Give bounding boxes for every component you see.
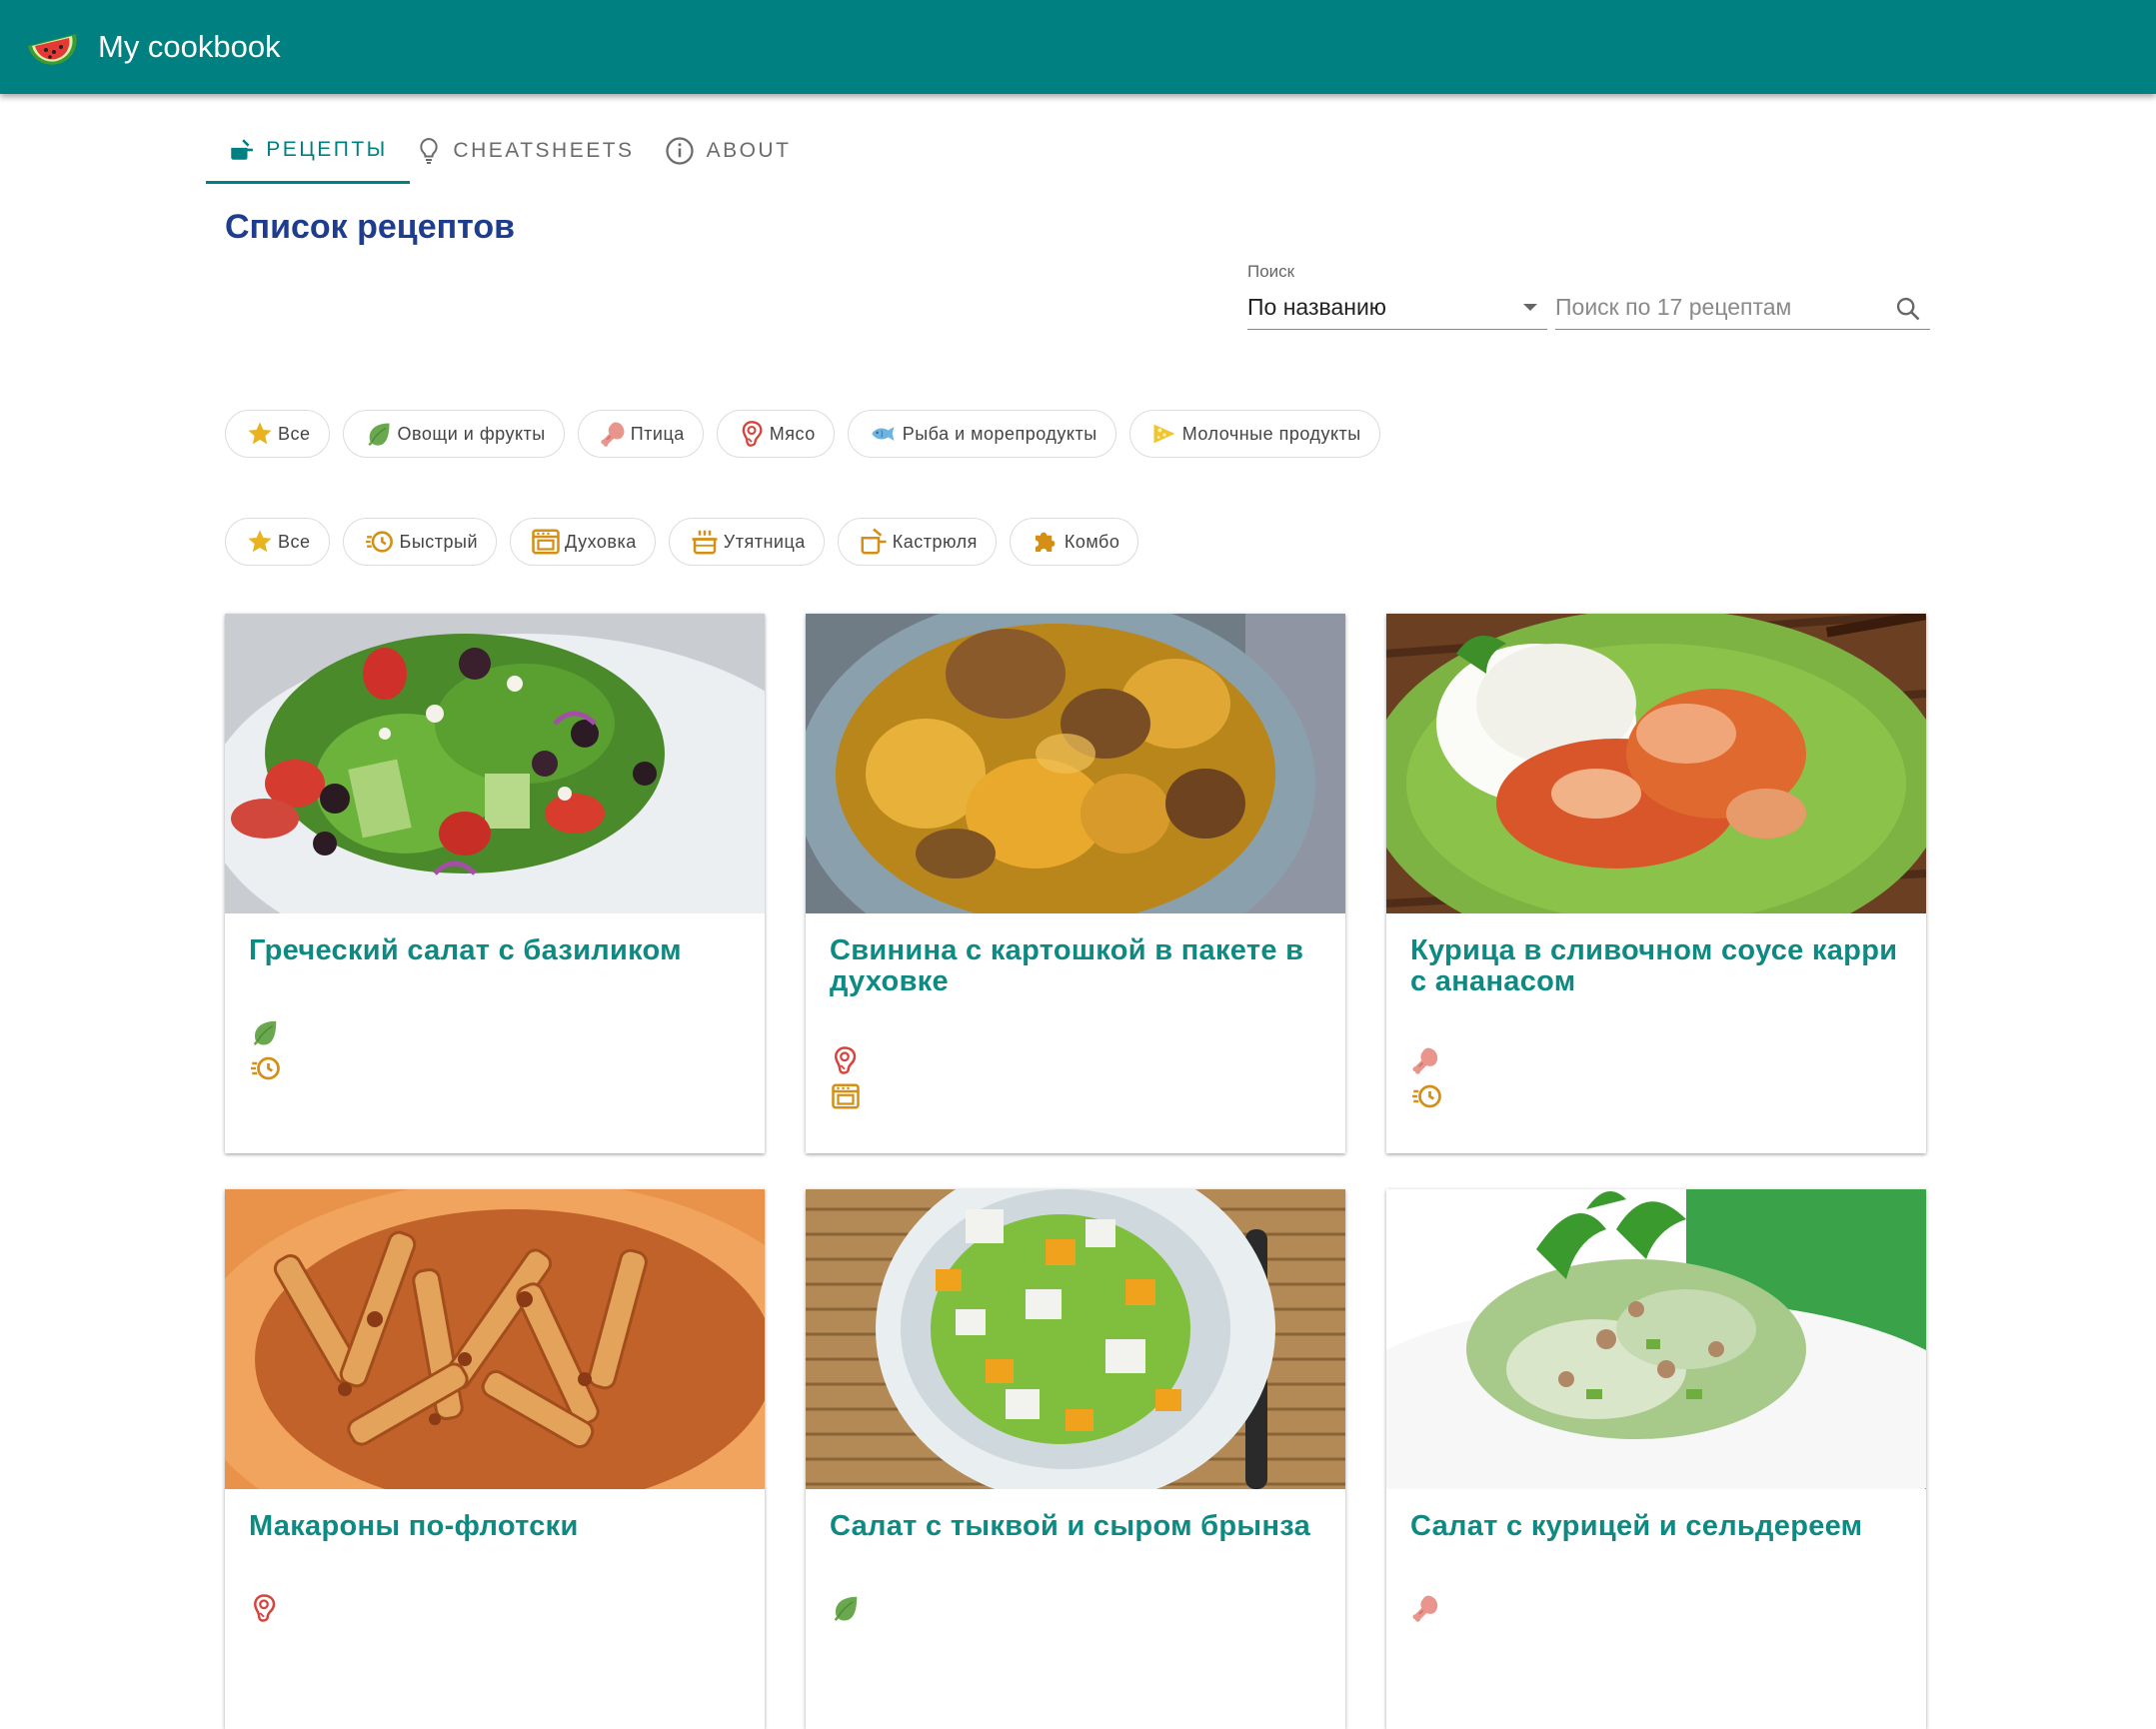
fast-clock-icon	[364, 528, 396, 556]
star-icon	[246, 420, 274, 448]
tab-cheatsheets[interactable]: Cheatsheets	[410, 118, 642, 184]
recipe-tags	[249, 1017, 283, 1089]
chip-label: Рыба и морепродукты	[902, 423, 1097, 444]
chip-label: Птица	[630, 423, 685, 444]
drumstick-icon	[1410, 1045, 1440, 1075]
tab-recipes-label: Рецепты	[266, 137, 388, 161]
tab-about[interactable]: About	[642, 118, 814, 184]
chip-dairy[interactable]: Молочные продукты	[1128, 410, 1380, 458]
tab-recipes[interactable]: Рецепты	[206, 118, 410, 184]
recipe-card[interactable]: Салат с тыквой и сыром брынза	[806, 1189, 1345, 1729]
puzzle-icon	[1031, 527, 1061, 557]
recipe-tags	[830, 1045, 862, 1117]
recipe-tags	[830, 1593, 862, 1629]
recipe-tags	[1410, 1045, 1444, 1117]
chip-all-ingredients[interactable]: Все	[225, 410, 330, 458]
drumstick-icon	[1410, 1593, 1440, 1623]
chip-roaster[interactable]: Утятница	[668, 518, 825, 566]
recipe-card[interactable]: Свинина с картошкой в пакете в духовке	[806, 614, 1345, 1153]
recipe-card[interactable]: Курица в сливочном соусе карри с ананасо…	[1386, 614, 1926, 1153]
app-bar: My cookbook	[0, 0, 2156, 94]
search-mode-select[interactable]: По названию	[1247, 286, 1547, 330]
leaf-icon	[364, 420, 394, 448]
chip-label: Мясо	[769, 423, 816, 444]
search-mode-value: По названию	[1247, 294, 1387, 320]
oven-icon	[531, 527, 561, 557]
oven-icon	[830, 1081, 862, 1111]
search-field	[1555, 286, 1930, 330]
pork-potatoes-photo	[806, 614, 1345, 913]
chip-label: Все	[278, 423, 311, 444]
chip-poultry[interactable]: Птица	[577, 410, 704, 458]
recipe-card[interactable]: Греческий салат с базиликом	[225, 614, 765, 1153]
watermelon-icon[interactable]	[24, 22, 80, 72]
chip-label: Духовка	[565, 531, 637, 552]
chip-saucepan[interactable]: Кастрюля	[837, 518, 997, 566]
leaf-icon	[830, 1593, 862, 1623]
tab-cheatsheets-label: Cheatsheets	[453, 139, 635, 162]
recipe-title[interactable]: Свинина с картошкой в пакете в духовке	[830, 935, 1319, 997]
chip-label: Быстрый	[399, 531, 479, 552]
chip-combo[interactable]: Комбо	[1009, 518, 1139, 566]
saucepan-icon	[859, 527, 889, 557]
chip-vegetables-fruits[interactable]: Овощи и фрукты	[342, 410, 565, 458]
chip-label: Кастрюля	[892, 531, 978, 552]
pot-icon	[231, 138, 254, 160]
roaster-icon	[690, 527, 720, 557]
search-input[interactable]	[1555, 294, 1875, 321]
tab-about-label: About	[706, 139, 792, 162]
fish-icon	[869, 420, 899, 448]
search-label: Поиск	[1247, 262, 1295, 281]
meat-icon	[738, 420, 766, 448]
chip-fish-seafood[interactable]: Рыба и морепродукты	[847, 410, 1116, 458]
chip-meat[interactable]: Мясо	[716, 410, 835, 458]
chicken-celery-salad-photo	[1386, 1189, 1926, 1489]
search-icon[interactable]	[1894, 295, 1922, 323]
page-title: Список рецептов	[225, 208, 516, 246]
drumstick-icon	[599, 420, 627, 448]
pasta-photo	[225, 1189, 765, 1489]
leaf-icon	[249, 1017, 281, 1047]
chip-all-methods[interactable]: Все	[225, 518, 330, 566]
meat-icon	[830, 1045, 860, 1075]
app-title[interactable]: My cookbook	[98, 29, 281, 65]
star-icon	[246, 528, 274, 556]
chip-label: Утятница	[723, 531, 806, 552]
recipe-title[interactable]: Салат с курицей и сельдереем	[1410, 1511, 1900, 1542]
recipe-title[interactable]: Макароны по-флотски	[249, 1511, 739, 1542]
recipe-title[interactable]: Салат с тыквой и сыром брынза	[830, 1511, 1319, 1542]
main-tabs: Рецепты Cheatsheets About	[206, 118, 814, 184]
recipe-title[interactable]: Курица в сливочном соусе карри с ананасо…	[1410, 935, 1900, 997]
meat-icon	[249, 1593, 279, 1623]
ingredient-filter-chips: Все Овощи и фрукты Птица Мясо Рыба и мор…	[225, 410, 1393, 458]
cheese-icon	[1150, 420, 1178, 448]
recipe-tags	[1410, 1593, 1440, 1629]
info-icon	[665, 137, 694, 165]
chip-label: Комбо	[1064, 531, 1120, 552]
greek-salad-photo	[225, 614, 765, 913]
recipe-tags	[249, 1593, 279, 1629]
lightbulb-icon	[420, 137, 439, 164]
chip-oven[interactable]: Духовка	[510, 518, 656, 566]
chevron-down-icon	[1523, 304, 1537, 311]
recipe-title[interactable]: Греческий салат с базиликом	[249, 935, 739, 966]
chip-label: Овощи и фрукты	[397, 423, 546, 444]
chip-label: Все	[278, 531, 311, 552]
fast-clock-icon	[249, 1053, 283, 1083]
method-filter-chips: Все Быстрый Духовка Утятница Кастрюля Ко…	[225, 518, 1151, 566]
chicken-curry-rice-photo	[1386, 614, 1926, 913]
recipe-card[interactable]: Макароны по-флотски	[225, 1189, 765, 1729]
recipe-card[interactable]: Салат с курицей и сельдереем	[1386, 1189, 1926, 1729]
chip-label: Молочные продукты	[1181, 423, 1361, 444]
fast-clock-icon	[1410, 1081, 1444, 1111]
pumpkin-salad-photo	[806, 1189, 1345, 1489]
chip-fast[interactable]: Быстрый	[342, 518, 498, 566]
